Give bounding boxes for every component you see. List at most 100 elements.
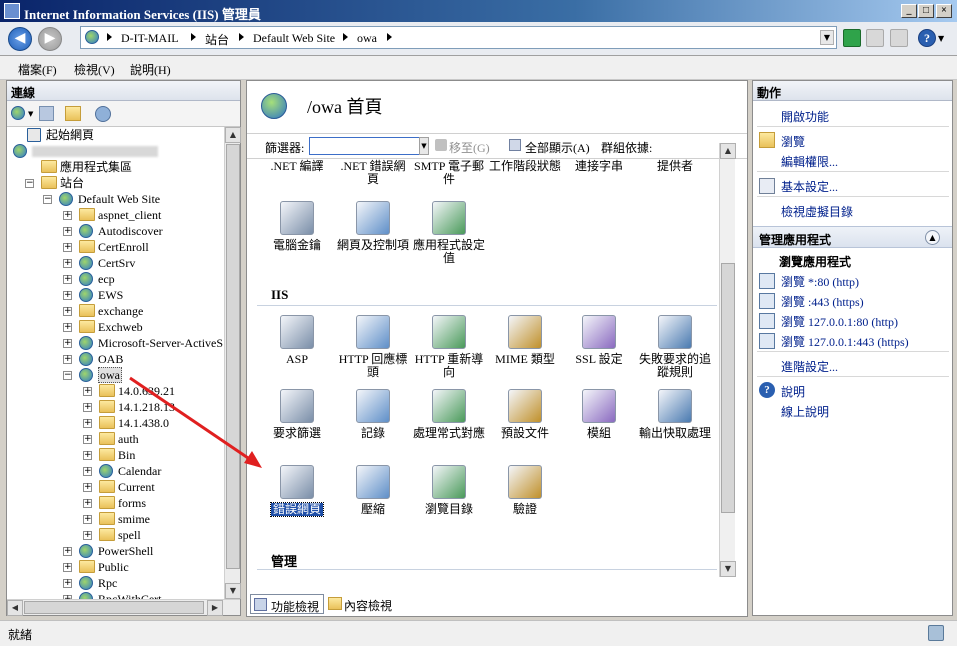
feature-iis3-3[interactable]: 驗證 <box>487 465 563 516</box>
stop-icon[interactable] <box>866 29 884 47</box>
disconnect-icon[interactable] <box>95 106 111 122</box>
tree-node[interactable]: + CertSrv <box>7 255 224 271</box>
tree-node[interactable]: + RpcWithCert <box>7 591 224 599</box>
tree-node[interactable]: + exchange <box>7 303 224 319</box>
tree-node[interactable]: − 站台 <box>7 175 224 191</box>
menu-help[interactable]: 說明(H) <box>130 61 171 78</box>
tree-node[interactable]: + forms <box>7 495 224 511</box>
feature-iis2-0[interactable]: 要求篩選 <box>259 389 335 440</box>
action-browse-443-https[interactable]: 瀏覽 :443 (https) <box>781 293 864 310</box>
tree-node[interactable]: + CertEnroll <box>7 239 224 255</box>
feature-iis1-1[interactable]: HTTP 回應標頭 <box>335 315 411 379</box>
address-segment-default-web-site[interactable]: Default Web Site <box>253 31 335 46</box>
maximize-button[interactable]: □ <box>918 4 934 18</box>
action-open-feature[interactable]: 開啟功能 <box>781 108 829 125</box>
feature-aspnet-2[interactable]: 應用程式設定值 <box>411 201 487 265</box>
expand-node-icon[interactable]: + <box>63 547 72 556</box>
feature-iis2-2[interactable]: 處理常式對應 <box>411 389 487 440</box>
tree-node[interactable]: + smime <box>7 511 224 527</box>
connect-dropdown-icon[interactable]: ▼ <box>28 110 33 118</box>
expand-node-icon[interactable]: + <box>63 355 72 364</box>
scroll-up-button[interactable]: ▲ <box>225 127 241 143</box>
expand-node-icon[interactable]: + <box>63 259 72 268</box>
tree-node[interactable]: − Default Web Site <box>7 191 224 207</box>
manage-application-header[interactable]: 管理應用程式 ▲ <box>753 226 952 248</box>
feature-iis2-5[interactable]: 輸出快取處理 <box>637 389 713 440</box>
scroll-down-button[interactable]: ▼ <box>225 583 241 599</box>
tree-node[interactable]: + spell <box>7 527 224 543</box>
close-button[interactable]: × <box>936 4 952 18</box>
feature-aspnet-top-5[interactable]: 提供者 <box>637 160 713 173</box>
feature-iis1-0[interactable]: ASP <box>259 315 335 366</box>
expand-node-icon[interactable]: + <box>63 339 72 348</box>
collapse-node-icon[interactable]: − <box>63 371 72 380</box>
tree-node[interactable]: + Microsoft-Server-ActiveS <box>7 335 224 351</box>
showall-button[interactable]: 全部顯示(A) <box>525 139 590 156</box>
tree-node[interactable]: + Bin <box>7 447 224 463</box>
action-view-virtual-directories[interactable]: 檢視虛擬目錄 <box>781 203 853 220</box>
expand-node-icon[interactable]: + <box>63 563 72 572</box>
connect-icon[interactable] <box>11 106 25 120</box>
tree-node[interactable]: + OAB <box>7 351 224 367</box>
content-scroll-thumb[interactable] <box>721 263 735 513</box>
hscroll-thumb[interactable] <box>24 601 204 614</box>
filter-input[interactable] <box>309 137 429 155</box>
feature-iis1-2[interactable]: HTTP 重新導向 <box>411 315 487 379</box>
expand-node-icon[interactable]: + <box>83 403 92 412</box>
tree-node[interactable]: 起始網頁 <box>7 127 224 143</box>
address-segment-sites[interactable]: 站台 <box>205 31 229 48</box>
tree-node[interactable]: − owa <box>7 367 224 383</box>
feature-iis1-3[interactable]: MIME 類型 <box>487 315 563 366</box>
tree-vertical-scrollbar[interactable]: ▲ ▼ <box>224 127 241 599</box>
expand-node-icon[interactable]: + <box>83 419 92 428</box>
tab-content-view[interactable]: 內容檢視 <box>326 594 402 614</box>
expand-node-icon[interactable]: + <box>63 307 72 316</box>
tree-horizontal-scrollbar[interactable]: ◀ ▶ <box>7 599 240 616</box>
collapse-node-icon[interactable]: − <box>25 179 34 188</box>
feature-aspnet-top-2[interactable]: SMTP 電子郵件 <box>411 160 487 186</box>
action-help[interactable]: 說明 <box>781 383 805 400</box>
feature-aspnet-top-4[interactable]: 連接字串 <box>561 160 637 173</box>
feature-aspnet-0[interactable]: 電腦金鑰 <box>259 201 335 252</box>
action-browse-localhost-443[interactable]: 瀏覽 127.0.0.1:443 (https) <box>781 333 909 350</box>
tree-node[interactable]: + EWS <box>7 287 224 303</box>
address-segment-server[interactable]: D-IT-MAIL <box>121 31 179 46</box>
expand-node-icon[interactable]: + <box>83 387 92 396</box>
address-bar[interactable]: D-IT-MAIL 站台 Default Web Site owa ▼ <box>80 26 837 49</box>
action-online-help[interactable]: 線上說明 <box>781 403 829 420</box>
up-folder-icon[interactable] <box>65 106 81 121</box>
help-dropdown-icon[interactable]: ▼ <box>938 34 944 43</box>
tree-node[interactable]: + Public <box>7 559 224 575</box>
feature-iis1-5[interactable]: 失敗要求的追蹤規則 <box>637 315 713 379</box>
feature-iis3-1[interactable]: 壓縮 <box>335 465 411 516</box>
tree-node[interactable]: +14.1.438.0 <box>7 415 224 431</box>
tree-node[interactable]: + aspnet_client <box>7 207 224 223</box>
refresh-icon[interactable] <box>843 29 861 47</box>
home-icon[interactable] <box>890 29 908 47</box>
filter-dropdown-button[interactable]: ▼ <box>419 137 429 155</box>
address-segment-owa[interactable]: owa <box>357 31 377 46</box>
expand-node-icon[interactable]: + <box>63 227 72 236</box>
scroll-thumb[interactable] <box>226 144 240 569</box>
content-vertical-scrollbar[interactable]: ▲ ▼ <box>719 143 736 577</box>
scroll-left-button[interactable]: ◀ <box>7 600 23 616</box>
expand-node-icon[interactable]: + <box>63 243 72 252</box>
expand-node-icon[interactable]: + <box>63 323 72 332</box>
collapse-node-icon[interactable]: − <box>43 195 52 204</box>
tree-node[interactable]: +14.0.639.21 <box>7 383 224 399</box>
feature-iis2-1[interactable]: 記錄 <box>335 389 411 440</box>
minimize-button[interactable]: _ <box>901 4 917 18</box>
action-advanced-settings[interactable]: 進階設定... <box>781 358 838 375</box>
tree-node[interactable]: + Autodiscover <box>7 223 224 239</box>
tree-node[interactable]: +14.1.218.13 <box>7 399 224 415</box>
expand-node-icon[interactable]: + <box>83 531 92 540</box>
feature-iis3-2[interactable]: 瀏覽目錄 <box>411 465 487 516</box>
forward-icon[interactable]: ▶ <box>38 27 62 51</box>
tree-node[interactable]: − <box>7 143 224 159</box>
groupby-label[interactable]: 群組依據: <box>601 139 652 156</box>
expand-node-icon[interactable]: + <box>83 483 92 492</box>
expand-node-icon[interactable]: + <box>83 435 92 444</box>
content-scroll-down[interactable]: ▼ <box>720 561 736 577</box>
tree-node[interactable]: + auth <box>7 431 224 447</box>
feature-aspnet-top-1[interactable]: .NET 錯誤網頁 <box>335 160 411 186</box>
